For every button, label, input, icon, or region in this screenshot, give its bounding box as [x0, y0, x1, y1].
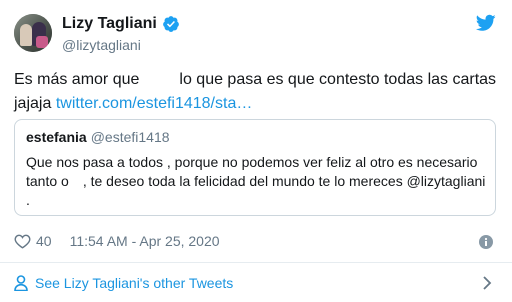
info-icon[interactable] — [479, 235, 493, 249]
like-count[interactable]: 40 — [36, 233, 52, 249]
quoted-tweet[interactable]: estefania @estefi1418 Que nos pasa a todo… — [14, 119, 496, 216]
verified-icon — [162, 16, 179, 32]
heart-icon[interactable] — [14, 233, 31, 249]
twitter-icon[interactable] — [476, 14, 496, 32]
tweet-text-part1: Es más amor que — [14, 71, 140, 88]
tweet-meta: 40 11:54 AM - Apr 25, 2020 — [14, 233, 220, 249]
quoted-text-part2: , te deseo toda la felicidad del mundo t… — [26, 173, 486, 208]
chevron-right-icon[interactable] — [482, 275, 492, 291]
embedded-tweet-card: Lizy Tagliani @lizytagliani Es más amor … — [0, 0, 512, 302]
avatar[interactable] — [14, 14, 52, 52]
timestamp[interactable]: 11:54 AM - Apr 25, 2020 — [70, 233, 220, 249]
tweet-text: Es más amor que lo que pasa es que contes… — [14, 68, 498, 116]
person-icon — [14, 275, 28, 291]
quoted-tweet-text: Que nos pasa a todos , porque no podemos… — [26, 153, 486, 210]
author-name-row[interactable]: Lizy Tagliani — [62, 15, 180, 33]
author-handle[interactable]: @lizytagliani — [62, 37, 141, 53]
quoted-author-name: estefania — [26, 129, 87, 145]
other-tweets-link[interactable]: See Lizy Tagliani's other Tweets — [0, 263, 512, 302]
other-tweets-label[interactable]: See Lizy Tagliani's other Tweets — [35, 275, 233, 291]
tweet-link[interactable]: twitter.com/estefi1418/sta… — [56, 95, 253, 112]
author-display-name[interactable]: Lizy Tagliani — [62, 15, 157, 33]
quoted-tweet-header: estefania @estefi1418 — [26, 129, 170, 145]
quoted-author-handle: @estefi1418 — [90, 129, 170, 145]
